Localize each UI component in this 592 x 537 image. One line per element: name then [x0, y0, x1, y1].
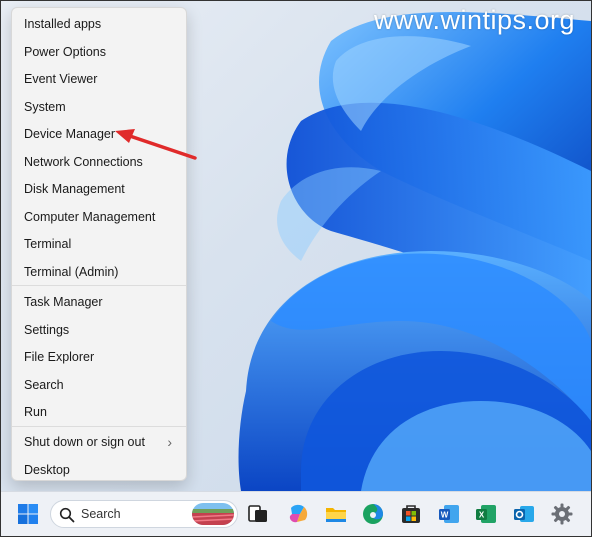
menu-item-task-manager[interactable]: Task Manager	[16, 289, 182, 315]
menu-item-disk-management[interactable]: Disk Management	[16, 176, 182, 202]
winx-context-menu: Installed apps Power Options Event Viewe…	[11, 7, 187, 481]
word-icon[interactable]: W	[437, 502, 461, 526]
edge-browser-icon[interactable]	[361, 502, 385, 526]
menu-separator	[12, 285, 186, 286]
watermark-text: www.wintips.org	[373, 5, 575, 35]
menu-item-shut-down-or-sign-out[interactable]: Shut down or sign out ›	[16, 429, 182, 455]
copilot-icon[interactable]	[286, 502, 310, 526]
red-arrow-annotation	[115, 129, 197, 160]
search-highlight-image	[192, 503, 234, 525]
outlook-icon[interactable]	[512, 502, 536, 526]
task-view-icon[interactable]	[246, 502, 270, 526]
windows-start-icon[interactable]	[16, 502, 40, 526]
search-icon	[59, 507, 75, 523]
menu-separator	[12, 426, 186, 427]
menu-item-label: Shut down or sign out	[24, 435, 145, 449]
menu-item-search[interactable]: Search	[16, 372, 182, 398]
chevron-right-icon: ›	[167, 434, 172, 450]
menu-item-file-explorer[interactable]: File Explorer	[16, 344, 182, 370]
menu-item-terminal[interactable]: Terminal	[16, 231, 182, 257]
menu-item-terminal-admin[interactable]: Terminal (Admin)	[16, 259, 182, 285]
excel-icon[interactable]: X	[474, 502, 498, 526]
file-explorer-icon[interactable]	[324, 502, 348, 526]
svg-text:W: W	[441, 511, 449, 520]
taskbar-search-box[interactable]: Search	[50, 500, 238, 528]
taskbar: Search W X	[1, 491, 591, 536]
menu-item-run[interactable]: Run	[16, 399, 182, 425]
microsoft-store-icon[interactable]	[399, 502, 423, 526]
screenshot-frame: www.wintips.org Installed apps Power Opt…	[0, 0, 592, 537]
menu-item-event-viewer[interactable]: Event Viewer	[16, 66, 182, 92]
settings-gear-icon[interactable]	[550, 502, 574, 526]
svg-text:X: X	[479, 511, 485, 520]
menu-item-desktop[interactable]: Desktop	[16, 457, 182, 483]
menu-item-settings[interactable]: Settings	[16, 317, 182, 343]
search-placeholder: Search	[81, 507, 121, 521]
menu-item-computer-management[interactable]: Computer Management	[16, 204, 182, 230]
menu-item-system[interactable]: System	[16, 94, 182, 120]
menu-item-power-options[interactable]: Power Options	[16, 39, 182, 65]
menu-item-installed-apps[interactable]: Installed apps	[16, 11, 182, 37]
